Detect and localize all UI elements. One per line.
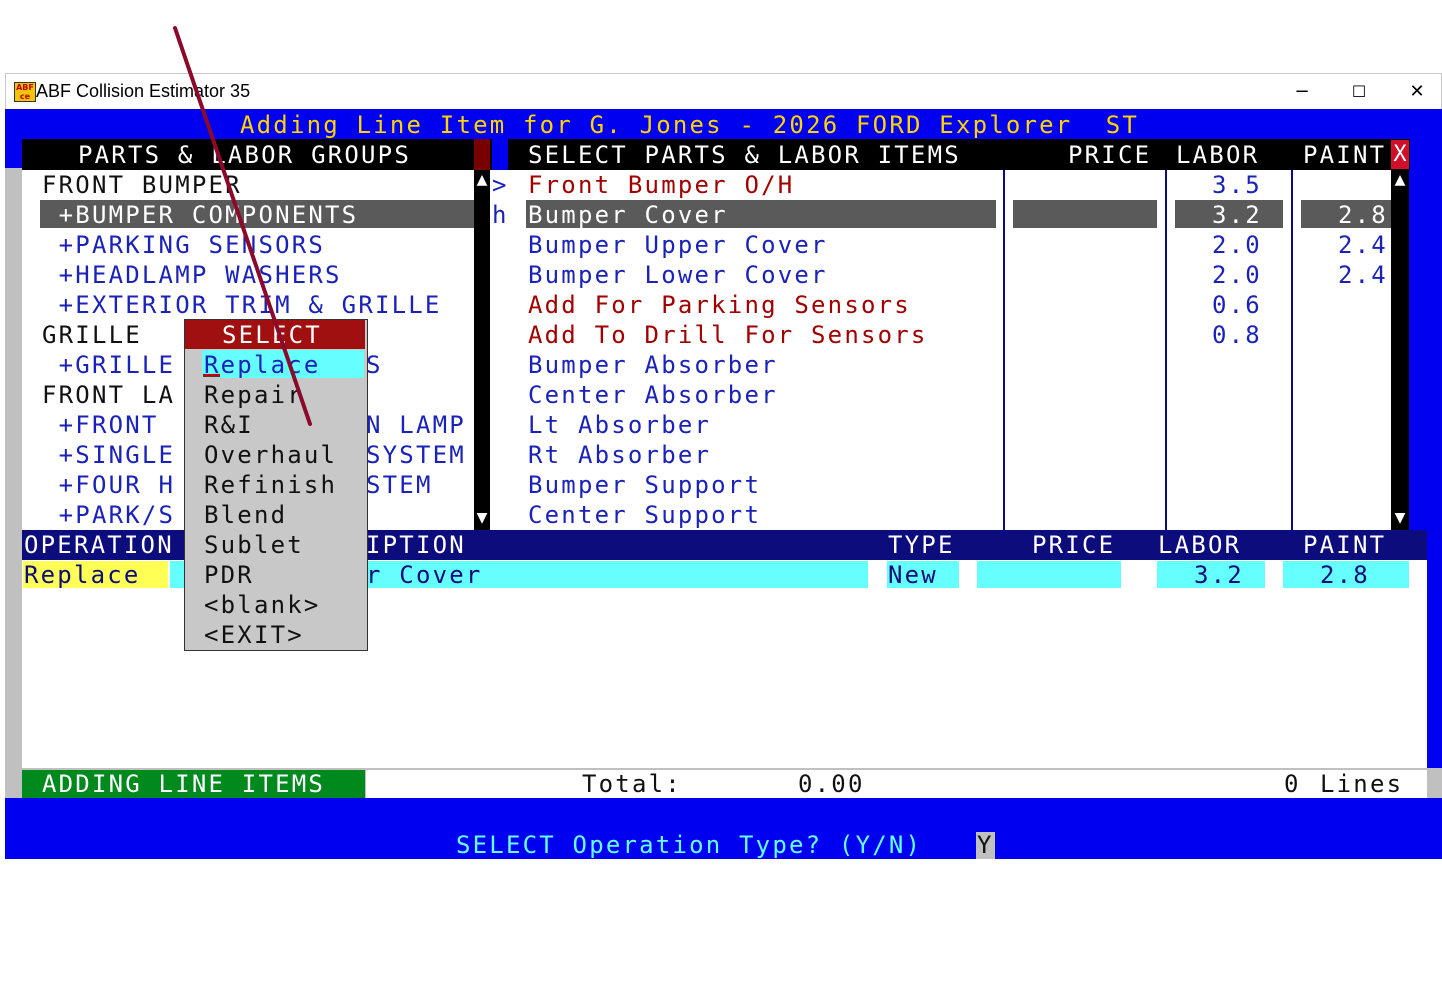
annotation-line xyxy=(173,26,312,426)
annotation-arrow xyxy=(173,26,312,426)
